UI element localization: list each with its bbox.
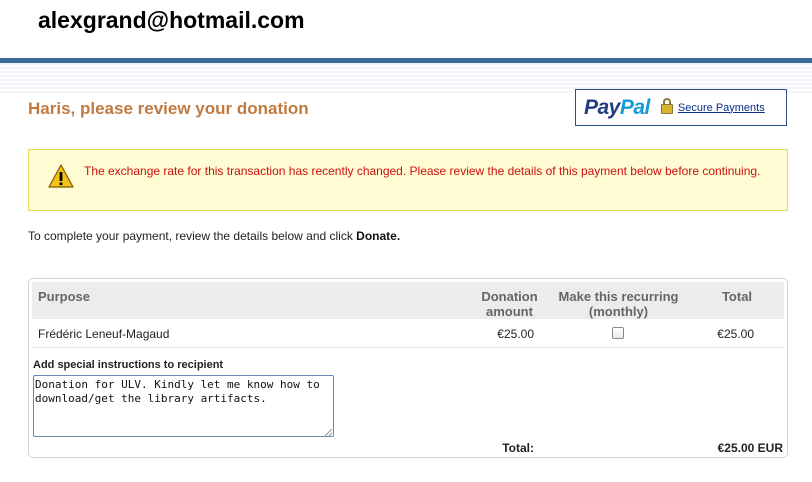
- recurring-checkbox[interactable]: [612, 327, 624, 339]
- instructions-text: To complete your payment, review the det…: [28, 229, 401, 243]
- warning-icon: [48, 164, 74, 188]
- lock-icon: [660, 98, 673, 114]
- donation-amount: €25.00: [497, 327, 534, 341]
- grand-total-label: Total:: [502, 441, 534, 455]
- special-instructions-textarea[interactable]: Donation for ULV. Kindly let me know how…: [33, 375, 334, 437]
- donation-summary-panel: Purpose Donation amount Make this recurri…: [28, 278, 788, 458]
- table-row: Frédéric Leneuf-Magaud €25.00 €25.00: [32, 319, 784, 348]
- alert-message: The exchange rate for this transaction h…: [84, 164, 761, 178]
- secure-payments-link[interactable]: Secure Payments: [678, 102, 765, 114]
- header-total: Total: [721, 289, 753, 304]
- exchange-rate-alert: The exchange rate for this transaction h…: [28, 149, 788, 211]
- recipient-name: Frédéric Leneuf-Magaud: [38, 327, 170, 341]
- donate-keyword: Donate.: [356, 229, 401, 243]
- paypal-logo: PayPal: [584, 95, 650, 119]
- header-purpose: Purpose: [38, 289, 91, 304]
- special-instructions-label: Add special instructions to recipient: [33, 359, 224, 371]
- grand-total-value: €25.00 EUR: [717, 441, 783, 455]
- header-recurring: Make this recurring (monthly): [558, 289, 679, 319]
- row-total: €25.00: [717, 327, 754, 341]
- account-email: alexgrand@hotmail.com: [38, 7, 305, 33]
- paypal-secure-box: PayPal Secure Payments: [575, 89, 787, 126]
- page-title: Haris, please review your donation: [28, 99, 309, 118]
- table-header: Purpose Donation amount Make this recurri…: [32, 282, 784, 319]
- header-donation-amount: Donation amount: [481, 289, 538, 319]
